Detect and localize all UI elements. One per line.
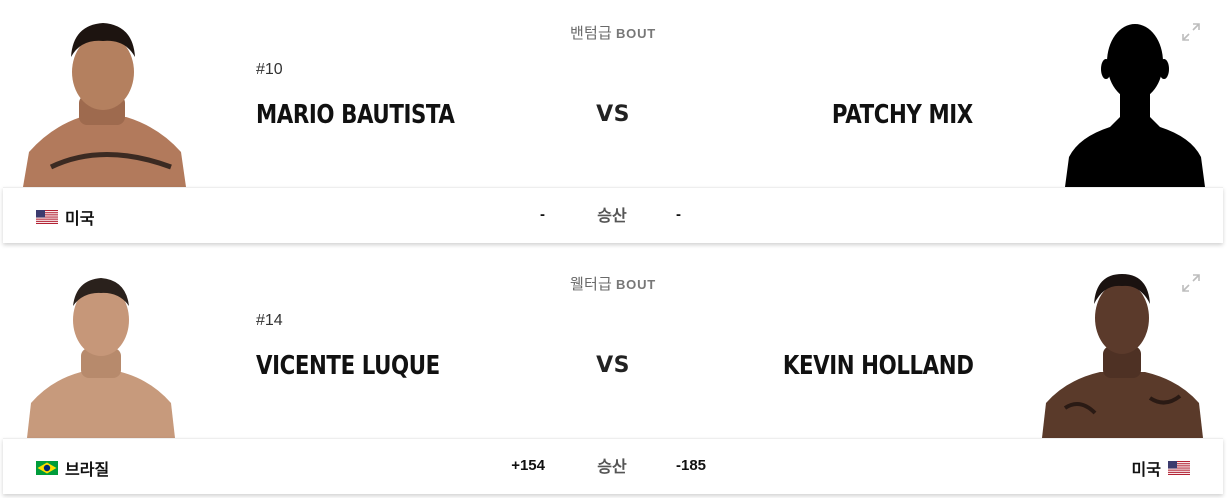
fighter-rank-red: #10 [256, 61, 283, 78]
odds-label: 승산 [597, 208, 627, 225]
bout-header: 웰터급 BOUT #14 VICENTE LUQUE VS KEVIN HOLLA… [3, 251, 1223, 438]
fighter-name-blue[interactable]: KEVIN HOLLAND [782, 351, 973, 381]
bout-label: BOUT [615, 26, 657, 41]
fighter-country-blue: 미국 [1132, 456, 1190, 480]
bout-card: 밴텀급 BOUT #10 MARIO BAUTISTA VS PATCHY MIX [3, 0, 1223, 243]
odds-blue: - [676, 206, 681, 223]
weight-class-label: 웰터급 [569, 276, 612, 293]
bout-info-bar: 미국 - 승산 - [3, 187, 1223, 243]
weight-class: 밴텀급 BOUT [3, 22, 1223, 43]
us-flag-icon [1168, 461, 1190, 475]
bout-header: 밴텀급 BOUT #10 MARIO BAUTISTA VS PATCHY MIX [3, 0, 1223, 187]
fighter-name-blue[interactable]: PATCHY MIX [832, 100, 973, 130]
bout-card: 웰터급 BOUT #14 VICENTE LUQUE VS KEVIN HOLLA… [3, 251, 1223, 494]
fighter-silhouette[interactable] [1065, 17, 1205, 187]
odds-label: 승산 [597, 459, 627, 476]
odds-blue: -185 [676, 457, 707, 474]
fighter-rank-red: #14 [256, 312, 283, 329]
fighter-photo-blue[interactable] [1040, 268, 1205, 438]
vs-label: VS [596, 102, 630, 127]
bout-label: BOUT [615, 277, 657, 292]
country-label: 미국 [1131, 462, 1161, 479]
weight-class-label: 밴텀급 [569, 25, 612, 42]
bout-info-bar: 브라질 +154 승산 -185 미국 [3, 438, 1223, 494]
